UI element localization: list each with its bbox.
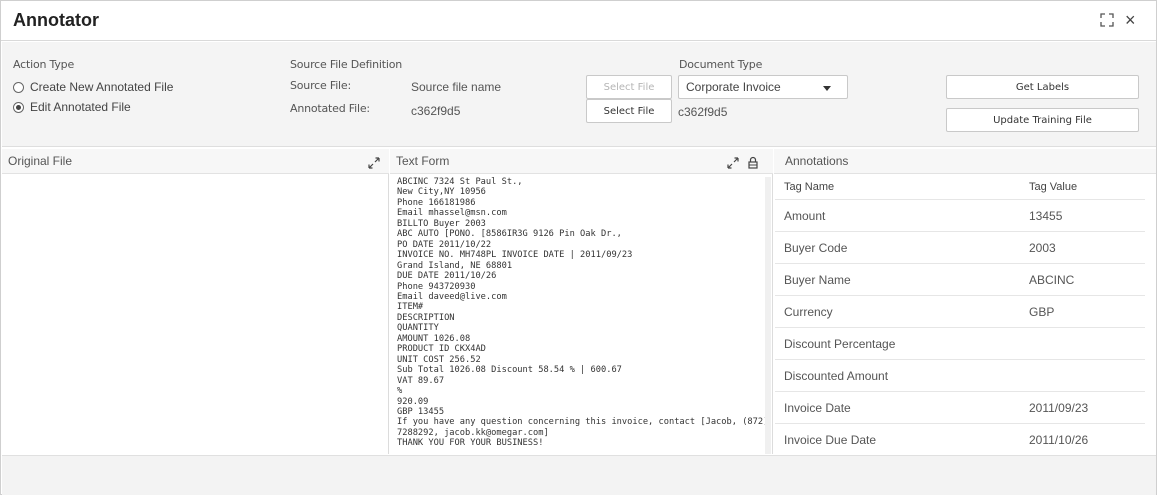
column-header-tag-value: Tag Value <box>1029 180 1078 193</box>
text-form-content[interactable]: ABCINC 7324 St Paul St., New City,NY 109… <box>397 177 773 454</box>
document-type-select[interactable]: Corporate Invoice <box>678 75 848 99</box>
action-type-label: Action Type <box>13 58 75 71</box>
source-def-label: Source File Definition <box>290 58 403 71</box>
tag-name-cell: Buyer Code <box>784 240 848 255</box>
update-training-file-button[interactable]: Update Training File <box>946 108 1139 132</box>
title-bar: Annotator × <box>1 1 1156 41</box>
annotator-window: Annotator × Action Type Create New Annot… <box>0 0 1157 495</box>
tag-name-cell: Buyer Name <box>784 272 851 287</box>
expand-icon[interactable] <box>368 157 380 169</box>
text-form-header: Text Form <box>390 149 773 174</box>
annotated-file-label: Annotated File: <box>290 102 370 115</box>
tag-name-cell: Invoice Date <box>784 400 851 415</box>
lock-icon[interactable] <box>747 156 759 169</box>
annotations-title: Annotations <box>785 154 849 168</box>
text-form-scrollbar[interactable] <box>765 177 771 454</box>
text-form-title: Text Form <box>396 154 450 168</box>
radio-edit[interactable]: Edit Annotated File <box>13 100 131 114</box>
table-row[interactable]: Discounted Amount <box>775 360 1145 392</box>
radio-create-label: Create New Annotated File <box>30 80 174 94</box>
annotations-table: Tag Name Tag Value Amount 13455 Buyer Co… <box>775 174 1145 456</box>
select-annotated-file-button[interactable]: Select File <box>586 99 672 123</box>
source-file-label: Source File: <box>290 79 351 92</box>
tag-name-cell: Amount <box>784 208 826 223</box>
original-file-title: Original File <box>8 154 73 168</box>
table-row[interactable]: Discount Percentage <box>775 328 1145 360</box>
expand-icon[interactable] <box>727 157 739 169</box>
table-row[interactable]: Invoice Due Date 2011/10/26 <box>775 424 1145 456</box>
controls-panel: Action Type Create New Annotated File Ed… <box>2 42 1156 147</box>
document-type-value: Corporate Invoice <box>686 80 781 94</box>
tag-name-cell: Currency <box>784 304 833 319</box>
annotations-header: Annotations <box>774 149 1156 174</box>
document-type-label: Document Type <box>679 58 763 71</box>
tag-name-cell: Invoice Due Date <box>784 433 877 447</box>
tag-value-cell: 2011/09/23 <box>1029 400 1089 415</box>
document-file-value: c362f9d5 <box>678 105 728 119</box>
source-file-value: Source file name <box>411 80 502 94</box>
column-header-tag-name: Tag Name <box>784 180 835 193</box>
close-icon[interactable]: × <box>1125 10 1136 30</box>
tag-value-cell: 2011/10/26 <box>1029 433 1089 447</box>
radio-icon <box>13 81 24 93</box>
maximize-icon[interactable] <box>1100 13 1114 27</box>
tag-name-cell: Discounted Amount <box>784 368 889 383</box>
table-row[interactable]: Currency GBP <box>775 296 1145 328</box>
select-source-file-button[interactable]: Select File <box>586 75 672 99</box>
radio-checked-icon <box>13 101 24 113</box>
table-row[interactable]: Amount 13455 <box>775 200 1145 232</box>
get-labels-button[interactable]: Get Labels <box>946 75 1139 99</box>
table-row[interactable]: Buyer Name ABCINC <box>775 264 1145 296</box>
tag-value-cell: 2003 <box>1029 240 1056 255</box>
original-file-panel <box>2 149 389 454</box>
tag-value-cell: ABCINC <box>1029 272 1075 287</box>
original-file-header: Original File <box>2 149 389 174</box>
table-row[interactable]: Buyer Code 2003 <box>775 232 1145 264</box>
footer-area <box>2 455 1156 495</box>
chevron-down-icon <box>823 86 831 91</box>
radio-edit-label: Edit Annotated File <box>30 100 131 114</box>
annotated-file-value: c362f9d5 <box>411 104 461 118</box>
window-title: Annotator <box>13 10 99 30</box>
table-header-row: Tag Name Tag Value <box>775 174 1145 200</box>
tag-value-cell: 13455 <box>1029 208 1063 223</box>
tag-name-cell: Discount Percentage <box>784 336 896 351</box>
radio-create-new[interactable]: Create New Annotated File <box>13 80 173 94</box>
table-row[interactable]: Invoice Date 2011/09/23 <box>775 392 1145 424</box>
tag-value-cell: GBP <box>1029 304 1055 319</box>
